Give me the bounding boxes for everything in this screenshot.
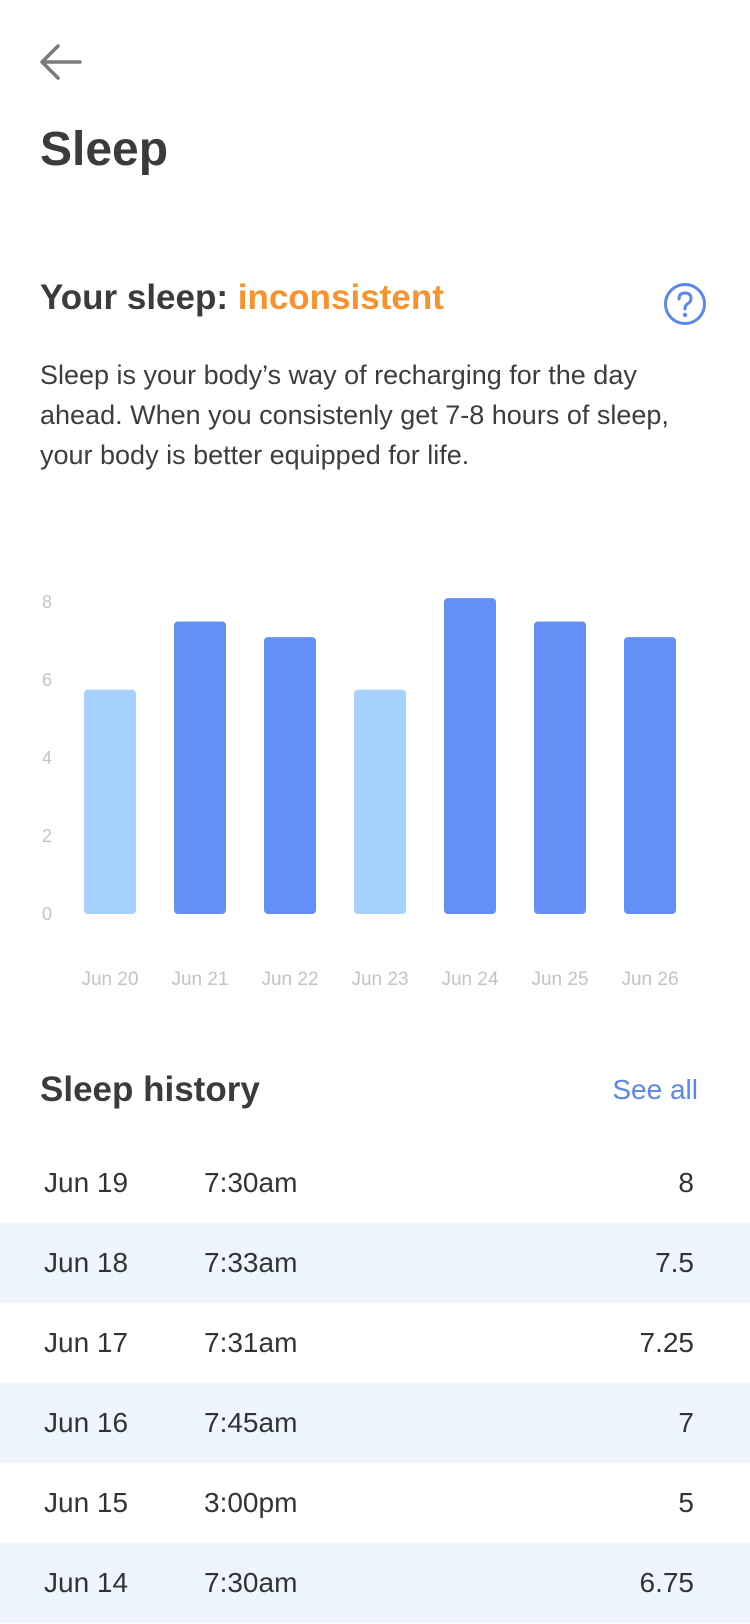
x-tick-label: Jun 21 bbox=[171, 969, 228, 990]
y-tick-label: 8 bbox=[42, 592, 52, 612]
history-wake-time: 3:00pm bbox=[204, 1487, 298, 1518]
history-row[interactable]: Jun 19 7:30am 8 bbox=[0, 1143, 750, 1223]
history-row[interactable]: Jun 14 7:30am 6.75 bbox=[0, 1543, 750, 1623]
sleep-bar bbox=[174, 621, 226, 914]
x-tick-label: Jun 24 bbox=[441, 969, 498, 990]
see-all-link[interactable]: See all bbox=[612, 1074, 698, 1106]
history-wake-time: 7:30am bbox=[204, 1567, 298, 1598]
history-row[interactable]: Jun 15 3:00pm 5 bbox=[0, 1463, 750, 1543]
page-title: Sleep bbox=[40, 123, 169, 176]
sleep-description: Sleep is your body’s way of recharging f… bbox=[40, 360, 669, 470]
history-hours: 7 bbox=[678, 1407, 694, 1438]
sleep-history-title: Sleep history bbox=[40, 1070, 260, 1109]
history-date: Jun 18 bbox=[44, 1247, 129, 1278]
sleep-history-list: Jun 19 7:30am 8 Jun 18 7:33am 7.5 Jun 17… bbox=[0, 1143, 750, 1623]
history-hours: 7.5 bbox=[655, 1247, 694, 1278]
sleep-bar bbox=[624, 637, 676, 914]
history-date: Jun 14 bbox=[44, 1567, 129, 1598]
y-tick-label: 2 bbox=[42, 826, 52, 846]
x-tick-label: Jun 22 bbox=[261, 969, 318, 990]
y-tick-label: 0 bbox=[42, 904, 52, 924]
sleep-summary-heading: Your sleep: inconsistent bbox=[40, 280, 444, 315]
sleep-bar bbox=[354, 689, 406, 914]
history-date: Jun 15 bbox=[44, 1487, 129, 1518]
help-button[interactable] bbox=[663, 282, 707, 326]
x-tick-label: Jun 20 bbox=[81, 969, 138, 990]
sleep-status: inconsistent bbox=[237, 278, 444, 317]
history-date: Jun 17 bbox=[44, 1327, 129, 1358]
x-tick-label: Jun 23 bbox=[351, 969, 408, 990]
history-wake-time: 7:31am bbox=[204, 1327, 298, 1358]
history-hours: 7.25 bbox=[639, 1327, 695, 1358]
history-hours: 8 bbox=[678, 1167, 694, 1198]
arrow-left-icon bbox=[40, 44, 82, 80]
sleep-bar bbox=[264, 637, 316, 914]
x-tick-label: Jun 25 bbox=[531, 969, 588, 990]
x-tick-label: Jun 26 bbox=[621, 969, 678, 990]
history-row[interactable]: Jun 17 7:31am 7.25 bbox=[0, 1303, 750, 1383]
sleep-bar bbox=[444, 598, 496, 914]
history-wake-time: 7:45am bbox=[204, 1407, 298, 1438]
history-date: Jun 16 bbox=[44, 1407, 129, 1438]
sleep-bar bbox=[534, 621, 586, 914]
sleep-summary-prefix: Your sleep: bbox=[40, 278, 238, 317]
sleep-bar bbox=[84, 689, 136, 914]
history-wake-time: 7:33am bbox=[204, 1247, 298, 1278]
history-wake-time: 7:30am bbox=[204, 1167, 298, 1198]
history-hours: 6.75 bbox=[639, 1567, 695, 1598]
y-tick-label: 4 bbox=[42, 748, 52, 768]
sleep-bar-chart: 0 2 4 6 8 Jun 20 Jun 21 Jun 22 Jun 23 Jun 24 Jun 2… bbox=[42, 592, 679, 990]
history-row[interactable]: Jun 18 7:33am 7.5 bbox=[0, 1223, 750, 1303]
history-date: Jun 19 bbox=[44, 1167, 129, 1198]
history-hours: 5 bbox=[678, 1487, 694, 1518]
question-circle-icon bbox=[664, 283, 706, 325]
y-tick-label: 6 bbox=[42, 670, 52, 690]
back-button[interactable] bbox=[36, 40, 88, 90]
history-row[interactable]: Jun 16 7:45am 7 bbox=[0, 1383, 750, 1463]
